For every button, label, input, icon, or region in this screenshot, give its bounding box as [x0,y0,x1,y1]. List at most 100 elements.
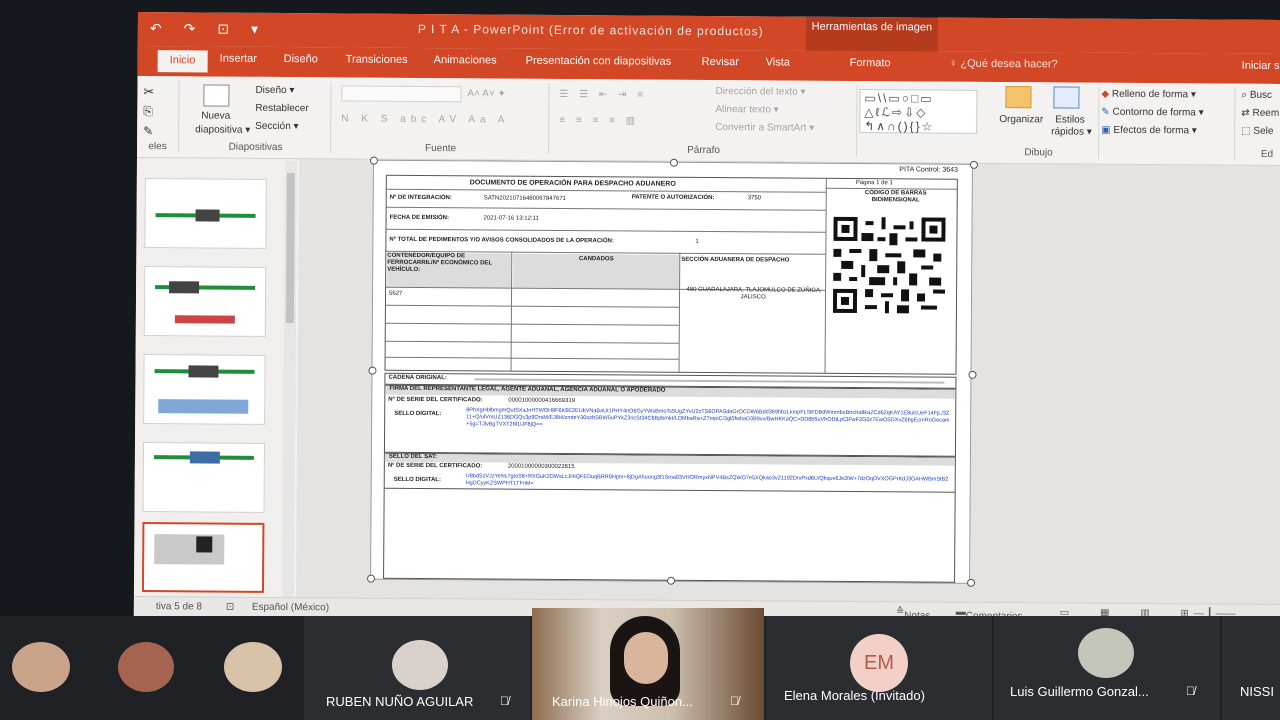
quick-styles-button[interactable]: Estilos [1055,114,1085,125]
resize-handle[interactable] [968,370,977,379]
replace-button[interactable]: ⇄ Reem [1241,108,1279,119]
participant-video[interactable]: Karina Hinojos Quiñon... 🎙̸ [532,608,764,720]
participant-tile[interactable]: RUBEN NUÑO AGUILAR 🎙̸ [304,616,530,720]
page-number: Página 1 de 1 [855,180,893,187]
thumbnail-scrollbar[interactable] [281,161,297,598]
quick-styles-dropdown[interactable]: rápidos ▾ [1051,126,1092,137]
section-button[interactable]: Sección ▾ [255,121,298,132]
start-from-beginning-icon[interactable]: ⊡ [217,21,229,38]
sat-cert-label: Nº DE SERIE DEL CERTIFICADO: [387,462,483,470]
clipboard-group-label: eles [148,141,167,153]
resize-handle[interactable] [967,578,976,587]
resize-handle[interactable] [669,158,678,167]
shape-outline-button[interactable]: ✎ Contorno de forma ▾ [1101,107,1203,119]
issue-date-label: FECHA DE EMISIÓN: [389,214,450,222]
paragraph-group: ☰ ☰ ⇤ ⇥ ≡ ≡ ≡ ≡ ≡ ▥ Dirección del texto … [551,82,858,158]
slide-thumbnail[interactable] [142,442,265,513]
arrange-button[interactable]: Organizar [999,114,1043,125]
participant-name: Karina Hinojos Quiñon... [552,694,693,709]
list-buttons[interactable]: ☰ ☰ ⇤ ⇥ ≡ [559,89,647,101]
drawing-group: ▭\\▭○□▭ △ℓℒ⇨⇩◇ ↰∧∩(){}☆ Organizar Estilos … [859,85,1100,159]
redo-icon[interactable]: ↷ [184,20,196,37]
tab-insertar[interactable]: Insertar [220,53,257,65]
arrange-icon[interactable] [1005,86,1032,109]
cert-value: 00001000000416669319 [508,397,576,405]
tab-presentacion[interactable]: Presentación con diapositivas [526,55,672,68]
replace-label: Reem [1252,107,1280,119]
tab-vista[interactable]: Vista [766,56,790,68]
slide-thumbnail-pane [133,157,297,598]
integration-value: SATN20210716480067847671 [483,195,567,202]
ribbon: ✂ ⎘ ✎ eles Nueva diapositiva ▾ Diseño ▾ … [136,75,1280,167]
tab-diseno[interactable]: Diseño [284,53,318,65]
slide-image [174,315,235,324]
quick-styles-icon[interactable] [1053,86,1080,109]
tab-formato[interactable]: Formato [850,57,891,69]
mic-muted-icon: 🎙̸ [730,694,739,708]
powerpoint-window: ↶ ↷ ⊡ ▾ P I T A - PowerPoint (Error de a… [133,12,1280,625]
participant-avatar[interactable] [12,642,70,692]
slide-thumbnail[interactable] [144,178,267,249]
new-slide-button[interactable]: Nueva [201,110,230,121]
font-size-controls[interactable]: A˄ A˅ ✦ [467,88,505,99]
resize-handle[interactable] [667,576,676,585]
spellcheck-icon[interactable]: ⊡ [226,602,234,613]
resize-handle[interactable] [367,574,376,583]
slides-group: Nueva diapositiva ▾ Diseño ▾ Restablecer… [181,80,332,154]
select-label: Sele [1253,125,1274,137]
align-text-button[interactable]: Alinear texto ▾ [715,104,778,115]
participant-tile[interactable]: Luis Guillermo Gonzal... 🎙̸ [994,616,1220,720]
undo-icon[interactable]: ↶ [150,20,162,37]
shape-fill-button[interactable]: ◆ Relleno de forma ▾ [1101,89,1196,101]
slide-thumbnail-selected[interactable] [141,522,265,593]
resize-handle[interactable] [368,366,377,375]
select-button[interactable]: ⬚ Sele [1241,126,1273,137]
effects-icon: ▣ [1101,124,1111,136]
participant-name: NISSI [1240,684,1274,699]
find-button[interactable]: ⌕ Busc [1241,90,1272,101]
scrollbar-thumb[interactable] [285,173,295,324]
patent-value: 3750 [747,195,762,202]
container-header: CONTENEDOR/EQUIPO DE FERROCARRIL/Nº ECON… [387,252,512,288]
new-slide-dropdown[interactable]: diapositiva ▾ [195,124,250,135]
customs-document-image[interactable]: PITA Control: 3643 DOCUMENTO DE OPERACIÓ… [383,166,962,583]
context-tab-label: Herramientas de imagen [811,20,933,34]
tab-transiciones[interactable]: Transiciones [346,53,408,65]
sign-in-link[interactable]: Iniciar sesi [1242,60,1280,72]
cut-icon[interactable]: ✂ [143,84,154,100]
resize-handle[interactable] [969,160,978,169]
tab-revisar[interactable]: Revisar [702,56,739,68]
convert-smartart-button[interactable]: Convertir a SmartArt ▾ [715,122,814,134]
paint-bucket-icon: ◆ [1101,88,1110,100]
customize-qat-icon[interactable]: ▾ [251,21,258,38]
tab-animaciones[interactable]: Animaciones [434,54,497,66]
font-format-buttons[interactable]: N K S abc AV Aa A [341,113,509,125]
participant-tile[interactable]: EM Elena Morales (Invitado) [766,616,992,720]
current-slide[interactable]: PITA Control: 3643 DOCUMENTO DE OPERACIÓ… [367,156,978,587]
shapes-gallery[interactable]: ▭\\▭○□▭ △ℓℒ⇨⇩◇ ↰∧∩(){}☆ [859,89,978,134]
slide-thumbnail[interactable] [143,354,266,425]
new-slide-icon[interactable] [203,84,230,107]
participant-avatar[interactable] [224,642,282,692]
shape-effects-button[interactable]: ▣ Efectos de forma ▾ [1101,125,1197,137]
format-painter-icon[interactable]: ✎ [143,124,153,138]
participant-avatar[interactable] [118,642,174,692]
total-value: 1 [695,238,699,245]
language-indicator[interactable]: Español (México) [252,602,329,614]
slide-thumbnail[interactable] [143,266,267,337]
text-direction-button[interactable]: Dirección del texto ▾ [715,86,805,98]
shape-fill-label: Relleno de forma ▾ [1111,88,1196,101]
resize-handle[interactable] [369,156,378,165]
paragraph-group-label: Párrafo [687,144,720,157]
qr-heading: CÓDIGO DE BARRAS BIDIMENSIONAL [864,190,927,204]
align-buttons[interactable]: ≡ ≡ ≡ ≡ ▥ [559,115,639,127]
reset-button[interactable]: Restablecer [255,103,308,114]
tab-inicio[interactable]: Inicio [157,50,208,73]
layout-button[interactable]: Diseño ▾ [255,85,294,96]
participant-name: RUBEN NUÑO AGUILAR [326,694,474,709]
participant-tile[interactable]: NISSI [1222,616,1280,720]
copy-icon[interactable]: ⎘ [143,104,153,119]
participant-name: Luis Guillermo Gonzal... [1010,684,1149,699]
tell-me-box[interactable]: ♀ ¿Qué desea hacer? [949,58,1058,71]
font-name-box[interactable] [341,85,462,103]
